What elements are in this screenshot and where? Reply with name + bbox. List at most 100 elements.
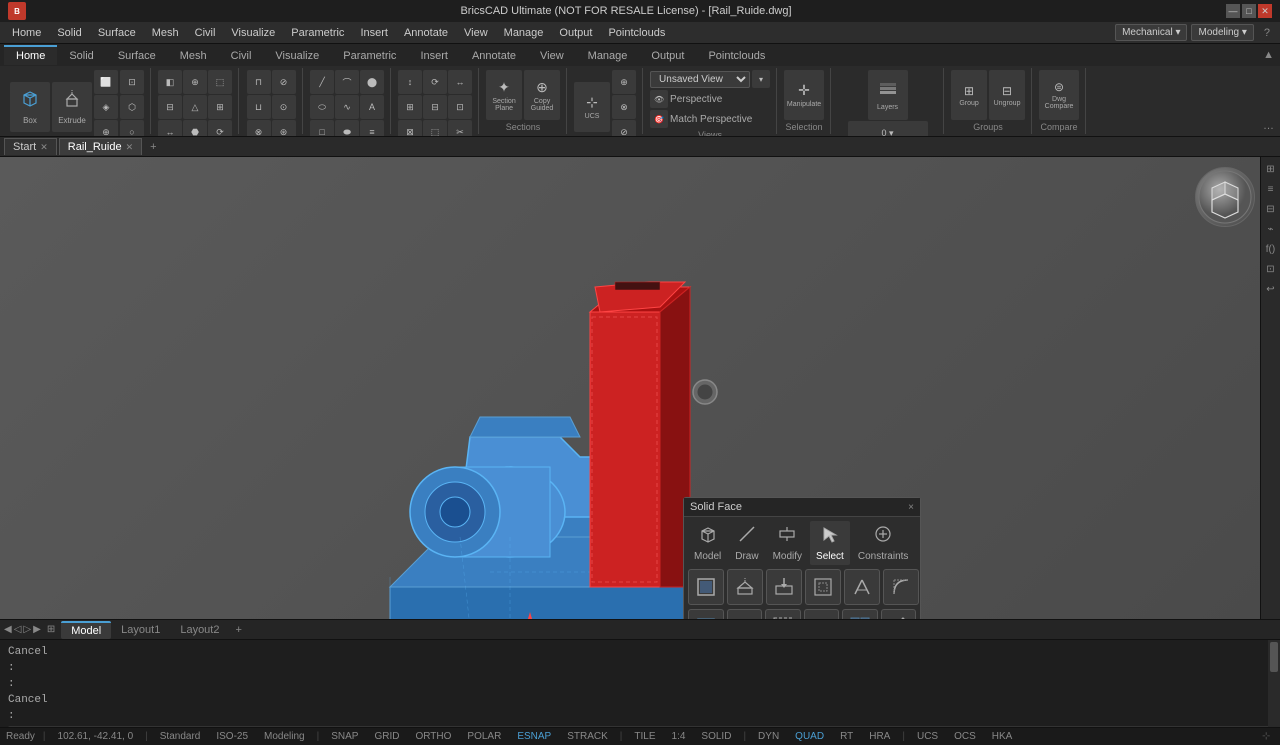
se-btn5[interactable]: ⊙ (272, 95, 296, 119)
sf-btn-draft[interactable] (844, 569, 880, 605)
draw-btn5[interactable]: ∿ (335, 95, 359, 119)
tab-parametric[interactable]: Parametric (331, 45, 408, 65)
menu-item-home[interactable]: Home (4, 25, 49, 41)
tab-civil[interactable]: Civil (219, 45, 264, 65)
se-btn3[interactable]: ⊗ (247, 120, 271, 136)
tab-output[interactable]: Output (639, 45, 696, 65)
copy-guided-button[interactable]: ⊕ Copy Guided (524, 70, 560, 120)
sf-btn-fillet[interactable] (883, 569, 919, 605)
tab-solid[interactable]: Solid (57, 45, 105, 65)
se-btn6[interactable]: ⊛ (272, 120, 296, 136)
dm-btn3[interactable]: ↔ (158, 120, 182, 136)
panel-tab-select[interactable]: Select (810, 521, 850, 565)
panel-tab-draw[interactable]: Draw (729, 521, 764, 565)
tab-manage[interactable]: Manage (576, 45, 640, 65)
btab-layout1[interactable]: Layout1 (111, 622, 170, 638)
modify-btn1[interactable]: ↕ (398, 70, 422, 94)
app-menu-btn[interactable]: B (8, 2, 26, 20)
grid-toggle[interactable]: GRID (370, 731, 403, 742)
menu-item-parametric[interactable]: Parametric (283, 25, 352, 41)
right-panel-btn1[interactable]: ⊞ (1263, 161, 1279, 177)
panel-tab-constraints[interactable]: Constraints (852, 521, 915, 565)
sf-btn-chain[interactable] (727, 609, 763, 619)
modify-btn6[interactable]: ⬚ (423, 120, 447, 136)
add-tab-button[interactable]: + (144, 139, 162, 155)
menu-item-view[interactable]: View (456, 25, 496, 41)
dm-btn5[interactable]: △ (183, 95, 207, 119)
sf-btn-select-face[interactable] (688, 609, 724, 619)
menu-item-solid[interactable]: Solid (49, 25, 89, 41)
nav-prev-btn[interactable]: ◀ (4, 624, 12, 635)
modeling-btn2[interactable]: ◈ (94, 95, 118, 119)
sf-btn-offset[interactable] (805, 569, 841, 605)
coord-btn1[interactable]: ⊕ (612, 70, 636, 94)
modify-btn2[interactable]: ⊞ (398, 95, 422, 119)
dm-btn9[interactable]: ⟳ (208, 120, 232, 136)
box-button[interactable]: Box (10, 82, 50, 132)
tab-visualize[interactable]: Visualize (263, 45, 331, 65)
tab-pointclouds[interactable]: Pointclouds (696, 45, 777, 65)
modify-btn7[interactable]: ↔ (448, 70, 472, 94)
tab-annotate[interactable]: Annotate (460, 45, 528, 65)
quad-toggle[interactable]: QUAD (791, 731, 828, 742)
snap-toggle[interactable]: SNAP (327, 731, 362, 742)
sf-btn-filter[interactable] (881, 609, 917, 619)
tab-surface[interactable]: Surface (106, 45, 168, 65)
menu-item-civil[interactable]: Civil (187, 25, 224, 41)
menu-item-manage[interactable]: Manage (496, 25, 552, 41)
draw-btn7[interactable]: ⬤ (360, 70, 384, 94)
modify-btn3[interactable]: ⊠ (398, 120, 422, 136)
modeling-btn6[interactable]: ○ (120, 120, 144, 136)
tab-home[interactable]: Home (4, 45, 57, 65)
se-btn4[interactable]: ⊘ (272, 70, 296, 94)
draw-btn2[interactable]: ⬭ (310, 95, 334, 119)
draw-btn3[interactable]: □ (310, 120, 334, 136)
maximize-button[interactable]: □ (1242, 4, 1256, 18)
polar-toggle[interactable]: POLAR (463, 731, 505, 742)
perspective-btn[interactable]: 👁 (650, 90, 668, 108)
dm-btn7[interactable]: ⬚ (208, 70, 232, 94)
view-btn1[interactable]: ▾ (752, 70, 770, 88)
console-scroll-thumb[interactable] (1270, 642, 1278, 672)
right-panel-btn3[interactable]: ⊟ (1263, 201, 1279, 217)
right-panel-btn5[interactable]: f() (1263, 241, 1279, 257)
modeling-btn3[interactable]: ⊕ (94, 120, 118, 136)
btab-layout2[interactable]: Layout2 (170, 622, 229, 638)
manipulate-button[interactable]: ✛ Manipulate (784, 70, 824, 120)
dyn-toggle[interactable]: DYN (754, 731, 783, 742)
rt-toggle[interactable]: RT (836, 731, 857, 742)
profile-dropdown[interactable]: Mechanical ▾ (1115, 24, 1187, 41)
se-btn2[interactable]: ⊔ (247, 95, 271, 119)
layers-button[interactable]: Layers (868, 70, 908, 120)
ribbon-collapse-btn[interactable]: ▲ (1257, 47, 1280, 63)
dm-btn2[interactable]: ⊟ (158, 95, 182, 119)
modify-btn5[interactable]: ⊟ (423, 95, 447, 119)
right-panel-btn7[interactable]: ↩ (1263, 281, 1279, 297)
btab-add[interactable]: + (229, 622, 247, 638)
panel-close-button[interactable]: × (908, 502, 914, 513)
esnap-toggle[interactable]: ESNAP (513, 731, 555, 742)
console-input[interactable]: Enter command (8, 726, 1272, 727)
group-button[interactable]: ⊞ Group (951, 70, 987, 120)
coord-btn3[interactable]: ⊘ (612, 120, 636, 136)
ortho-toggle[interactable]: ORTHO (411, 731, 455, 742)
menu-item-insert[interactable]: Insert (352, 25, 396, 41)
minimize-button[interactable]: — (1226, 4, 1240, 18)
ungroup-button[interactable]: ⊟ Ungroup (989, 70, 1025, 120)
right-panel-layers-icon[interactable]: ≡ (1263, 181, 1279, 197)
menu-item-surface[interactable]: Surface (90, 25, 144, 41)
layer-btn1[interactable]: 0 ▾ (848, 121, 928, 136)
workspace-dropdown[interactable]: Modeling ▾ (1191, 24, 1253, 41)
sf-btn-all[interactable] (842, 609, 878, 619)
draw-btn6[interactable]: ⬬ (335, 120, 359, 136)
coord-btn2[interactable]: ⊗ (612, 95, 636, 119)
hra-toggle[interactable]: HRA (865, 731, 894, 742)
doc-tab-start[interactable]: Start ✕ (4, 138, 57, 155)
console-scrollbar[interactable] (1268, 640, 1280, 727)
draw-btn9[interactable]: ≡ (360, 120, 384, 136)
modeling-btn4[interactable]: ⊡ (120, 70, 144, 94)
ucs-button[interactable]: ⊹ UCS (574, 82, 610, 132)
sf-btn-face[interactable] (688, 569, 724, 605)
nav-first-btn[interactable]: ◁ (14, 624, 22, 635)
nav-next-btn[interactable]: ▷ (23, 624, 31, 635)
